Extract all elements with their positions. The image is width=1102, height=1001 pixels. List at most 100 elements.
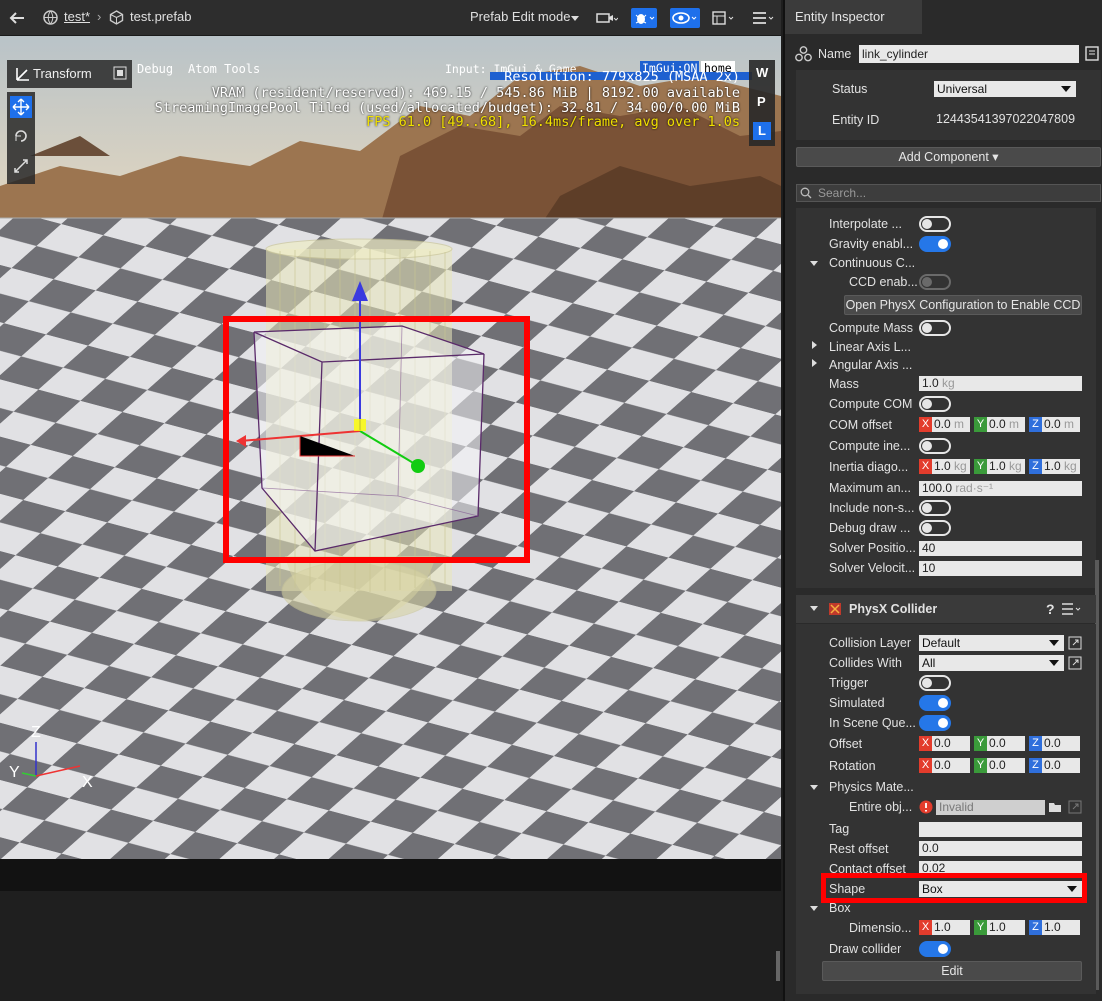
edit-collider-button[interactable]: Edit bbox=[822, 961, 1082, 981]
com-x-input[interactable]: 0.0 m bbox=[932, 417, 970, 432]
camera-dropdown-button[interactable] bbox=[593, 8, 621, 28]
expand-caret-icon[interactable] bbox=[810, 906, 818, 911]
max-angular-input[interactable]: 100.0 rad·s⁻¹ bbox=[919, 481, 1082, 496]
entity-inspector-panel: Entity Inspector Name link_cylinder Stat… bbox=[783, 0, 1102, 1001]
com-z-input[interactable]: 0.0 m bbox=[1042, 417, 1080, 432]
solver-velocity-input[interactable]: 10 bbox=[919, 561, 1082, 576]
3d-viewport[interactable]: Transform Debug Atom Tools Input: ImGui … bbox=[0, 36, 781, 859]
shape-label: Shape bbox=[829, 882, 866, 896]
back-arrow-icon[interactable] bbox=[8, 10, 26, 26]
inertia-y-input[interactable]: 1.0 kg bbox=[987, 459, 1025, 474]
breadcrumb-prefab[interactable]: test.prefab bbox=[130, 9, 191, 24]
rotation-vector[interactable]: X 0.0 Y 0.0 Z 0.0 bbox=[919, 758, 1080, 773]
open-editor-icon[interactable] bbox=[1068, 800, 1082, 814]
entity-inspector-tab[interactable]: Entity Inspector bbox=[785, 0, 922, 34]
move-tool-button[interactable] bbox=[10, 96, 32, 118]
debug-toggle-button[interactable] bbox=[631, 8, 657, 28]
x-axis-badge: X bbox=[919, 459, 932, 474]
gravity-toggle[interactable] bbox=[919, 236, 951, 252]
rotate-icon[interactable] bbox=[13, 128, 29, 144]
open-editor-icon[interactable] bbox=[1068, 656, 1082, 670]
simulated-toggle[interactable] bbox=[919, 695, 951, 711]
layout-dropdown-button[interactable] bbox=[710, 8, 738, 28]
z-axis-badge: Z bbox=[1029, 920, 1042, 935]
viewport-menu-button[interactable] bbox=[750, 8, 778, 28]
dimension-y-input[interactable]: 1.0 bbox=[987, 920, 1025, 935]
mass-label: Mass bbox=[829, 377, 859, 391]
collides-with-dropdown[interactable]: All bbox=[919, 655, 1064, 671]
include-non-sim-toggle[interactable] bbox=[919, 500, 951, 516]
draw-collider-toggle[interactable] bbox=[919, 941, 951, 957]
collapse-caret-icon[interactable] bbox=[810, 606, 818, 611]
rotation-y-input[interactable]: 0.0 bbox=[987, 758, 1025, 773]
compute-mass-toggle[interactable] bbox=[919, 320, 951, 336]
component-search-input[interactable]: Search... bbox=[796, 184, 1101, 202]
help-icon[interactable]: ? bbox=[1046, 601, 1055, 617]
x-axis-badge: X bbox=[919, 736, 932, 751]
local-space-button[interactable]: L bbox=[753, 122, 771, 140]
transform-label[interactable]: Transform bbox=[33, 66, 92, 81]
shape-dropdown[interactable]: Box bbox=[919, 881, 1082, 897]
solver-position-input[interactable]: 40 bbox=[919, 541, 1082, 556]
expand-caret-icon[interactable] bbox=[810, 261, 818, 266]
entity-name-input[interactable]: link_cylinder bbox=[859, 45, 1079, 63]
compute-inertia-toggle[interactable] bbox=[919, 438, 951, 454]
expand-caret-icon[interactable] bbox=[812, 341, 817, 349]
scale-icon[interactable] bbox=[13, 158, 29, 174]
dimensions-vector[interactable]: X 1.0 Y 1.0 Z 1.0 bbox=[919, 920, 1080, 935]
scene-render bbox=[0, 36, 781, 859]
add-component-button[interactable]: Add Component ▾ bbox=[796, 147, 1101, 167]
interpolate-toggle[interactable] bbox=[919, 216, 951, 232]
debug-draw-toggle[interactable] bbox=[919, 520, 951, 536]
com-y-input[interactable]: 0.0 m bbox=[987, 417, 1025, 432]
entity-id-value: 12443541397022047809 bbox=[936, 112, 1076, 126]
parent-space-button[interactable]: P bbox=[757, 94, 766, 109]
compute-mass-label: Compute Mass bbox=[829, 321, 914, 335]
search-placeholder: Search... bbox=[818, 186, 867, 200]
tag-label: Tag bbox=[829, 822, 850, 836]
offset-y-input[interactable]: 0.0 bbox=[987, 736, 1025, 751]
pin-icon[interactable] bbox=[1084, 45, 1100, 62]
include-non-sim-label: Include non-s... bbox=[829, 501, 915, 515]
scrollbar-thumb[interactable] bbox=[776, 951, 780, 981]
max-angular-label: Maximum an... bbox=[829, 481, 911, 495]
inertia-diagonal-vector[interactable]: X 1.0 kg Y 1.0 kg Z 1.0 kg bbox=[919, 459, 1080, 474]
expand-caret-icon[interactable] bbox=[812, 359, 817, 367]
compute-com-toggle[interactable] bbox=[919, 396, 951, 412]
rotation-z-input[interactable]: 0.0 bbox=[1042, 758, 1080, 773]
y-axis-badge: Y bbox=[974, 736, 987, 751]
transform-icon bbox=[16, 68, 29, 81]
open-physx-config-button[interactable]: Open PhysX Configuration to Enable CCD bbox=[844, 295, 1082, 315]
rotation-x-input[interactable]: 0.0 bbox=[932, 758, 970, 773]
com-offset-vector[interactable]: X 0.0 m Y 0.0 m Z 0.0 m bbox=[919, 417, 1080, 432]
trigger-toggle[interactable] bbox=[919, 675, 951, 691]
rest-offset-input[interactable]: 0.0 bbox=[919, 841, 1082, 856]
collision-layer-dropdown[interactable]: Default bbox=[919, 635, 1064, 651]
inertia-z-input[interactable]: 1.0 kg bbox=[1042, 459, 1080, 474]
offset-z-input[interactable]: 0.0 bbox=[1042, 736, 1080, 751]
contact-offset-input[interactable]: 0.02 bbox=[919, 861, 1082, 876]
component-menu-icon[interactable] bbox=[1061, 603, 1083, 615]
ccd-toggle[interactable] bbox=[919, 274, 951, 290]
expand-caret-icon[interactable] bbox=[810, 785, 818, 790]
tag-input[interactable] bbox=[919, 822, 1082, 837]
atom-tools-menu[interactable]: Atom Tools bbox=[188, 62, 260, 76]
dimension-z-input[interactable]: 1.0 bbox=[1042, 920, 1080, 935]
breadcrumb-level[interactable]: test* bbox=[64, 9, 90, 24]
offset-x-input[interactable]: 0.0 bbox=[932, 736, 970, 751]
world-space-button[interactable]: W bbox=[756, 65, 768, 80]
snap-icon[interactable] bbox=[113, 66, 127, 80]
entity-icon bbox=[795, 46, 812, 62]
physics-material-asset-input[interactable]: Invalid bbox=[936, 800, 1045, 815]
open-editor-icon[interactable] bbox=[1068, 636, 1082, 650]
folder-icon[interactable] bbox=[1048, 801, 1062, 813]
dimension-x-input[interactable]: 1.0 bbox=[932, 920, 970, 935]
in-scene-queries-toggle[interactable] bbox=[919, 715, 951, 731]
status-dropdown[interactable]: Universal bbox=[934, 81, 1076, 97]
debug-menu[interactable]: Debug bbox=[137, 62, 173, 76]
visibility-toggle-button[interactable] bbox=[670, 8, 700, 28]
edit-mode-dropdown[interactable]: Prefab Edit mode bbox=[470, 9, 570, 24]
mass-input[interactable]: 1.0 kg bbox=[919, 376, 1082, 391]
inertia-x-input[interactable]: 1.0 kg bbox=[932, 459, 970, 474]
offset-vector[interactable]: X 0.0 Y 0.0 Z 0.0 bbox=[919, 736, 1080, 751]
